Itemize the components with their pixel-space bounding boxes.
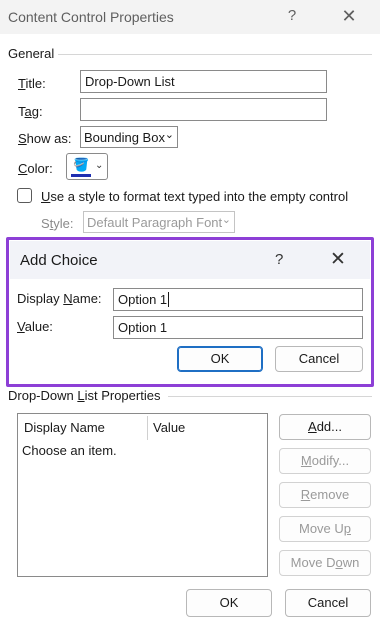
close-icon[interactable]: ✕ [338,6,360,27]
dropdown-properties-heading: Drop-Down List Properties [8,388,161,403]
title-label: Title: [18,76,46,91]
chevron-down-icon: ⌄ [164,129,174,141]
style-dropdown[interactable]: Default Paragraph Font ⌄ [83,211,235,233]
help-icon[interactable]: ? [275,251,283,268]
show-as-dropdown[interactable]: Bounding Box ⌄ [80,126,178,148]
color-swatch [71,174,91,177]
display-name-field[interactable]: Option 1 [113,288,363,311]
general-divider [58,54,372,55]
paint-bucket-icon: 🪣 [73,157,90,172]
move-up-button[interactable]: Move Up [279,516,371,542]
style-label: Style: [41,216,74,231]
modify-button[interactable]: Modify... [279,448,371,474]
cancel-button[interactable]: Cancel [285,589,371,617]
ok-button[interactable]: OK [186,589,272,617]
color-picker-button[interactable]: 🪣 ⌄ [66,153,108,180]
title-field[interactable]: Drop-Down List [80,70,327,93]
general-heading: General [8,46,55,61]
add-button[interactable]: Add... [279,414,371,440]
window-titlebar: Content Control Properties ? ✕ [0,0,380,34]
help-icon[interactable]: ? [284,7,300,24]
display-name-value: Option 1 [118,292,168,307]
list-item[interactable]: Choose an item. [22,443,117,458]
show-as-label: Show as: [18,131,72,146]
color-label: Color: [18,161,53,176]
use-style-checkbox[interactable] [17,188,32,203]
column-header-value[interactable]: Value [153,420,185,435]
move-down-button[interactable]: Move Down [279,550,371,576]
remove-button[interactable]: Remove [279,482,371,508]
window-title: Content Control Properties [8,9,174,25]
display-name-label: Display Name: [17,291,102,306]
use-style-label: Use a style to format text typed into th… [41,189,349,204]
close-icon[interactable]: ✕ [330,248,346,271]
chevron-down-icon: ⌄ [221,214,231,226]
add-choice-ok-button[interactable]: OK [177,346,263,372]
chevron-down-icon: ⌄ [95,160,104,171]
style-value: Default Paragraph Font [87,215,223,230]
column-divider[interactable] [147,416,148,440]
value-field[interactable]: Option 1 [113,316,363,339]
text-cursor [168,292,170,307]
show-as-value: Bounding Box [84,130,165,145]
add-choice-title: Add Choice [20,252,98,269]
add-choice-cancel-button[interactable]: Cancel [275,346,363,372]
tag-label: Tag: [18,104,43,119]
value-label: Value: [17,319,53,334]
add-choice-titlebar: Add Choice ? ✕ [10,241,370,279]
dropdown-properties-divider [168,396,372,397]
dropdown-items-list[interactable]: Display Name Value Choose an item. [17,413,268,577]
column-header-display-name[interactable]: Display Name [24,420,105,435]
tag-field[interactable] [80,98,327,121]
